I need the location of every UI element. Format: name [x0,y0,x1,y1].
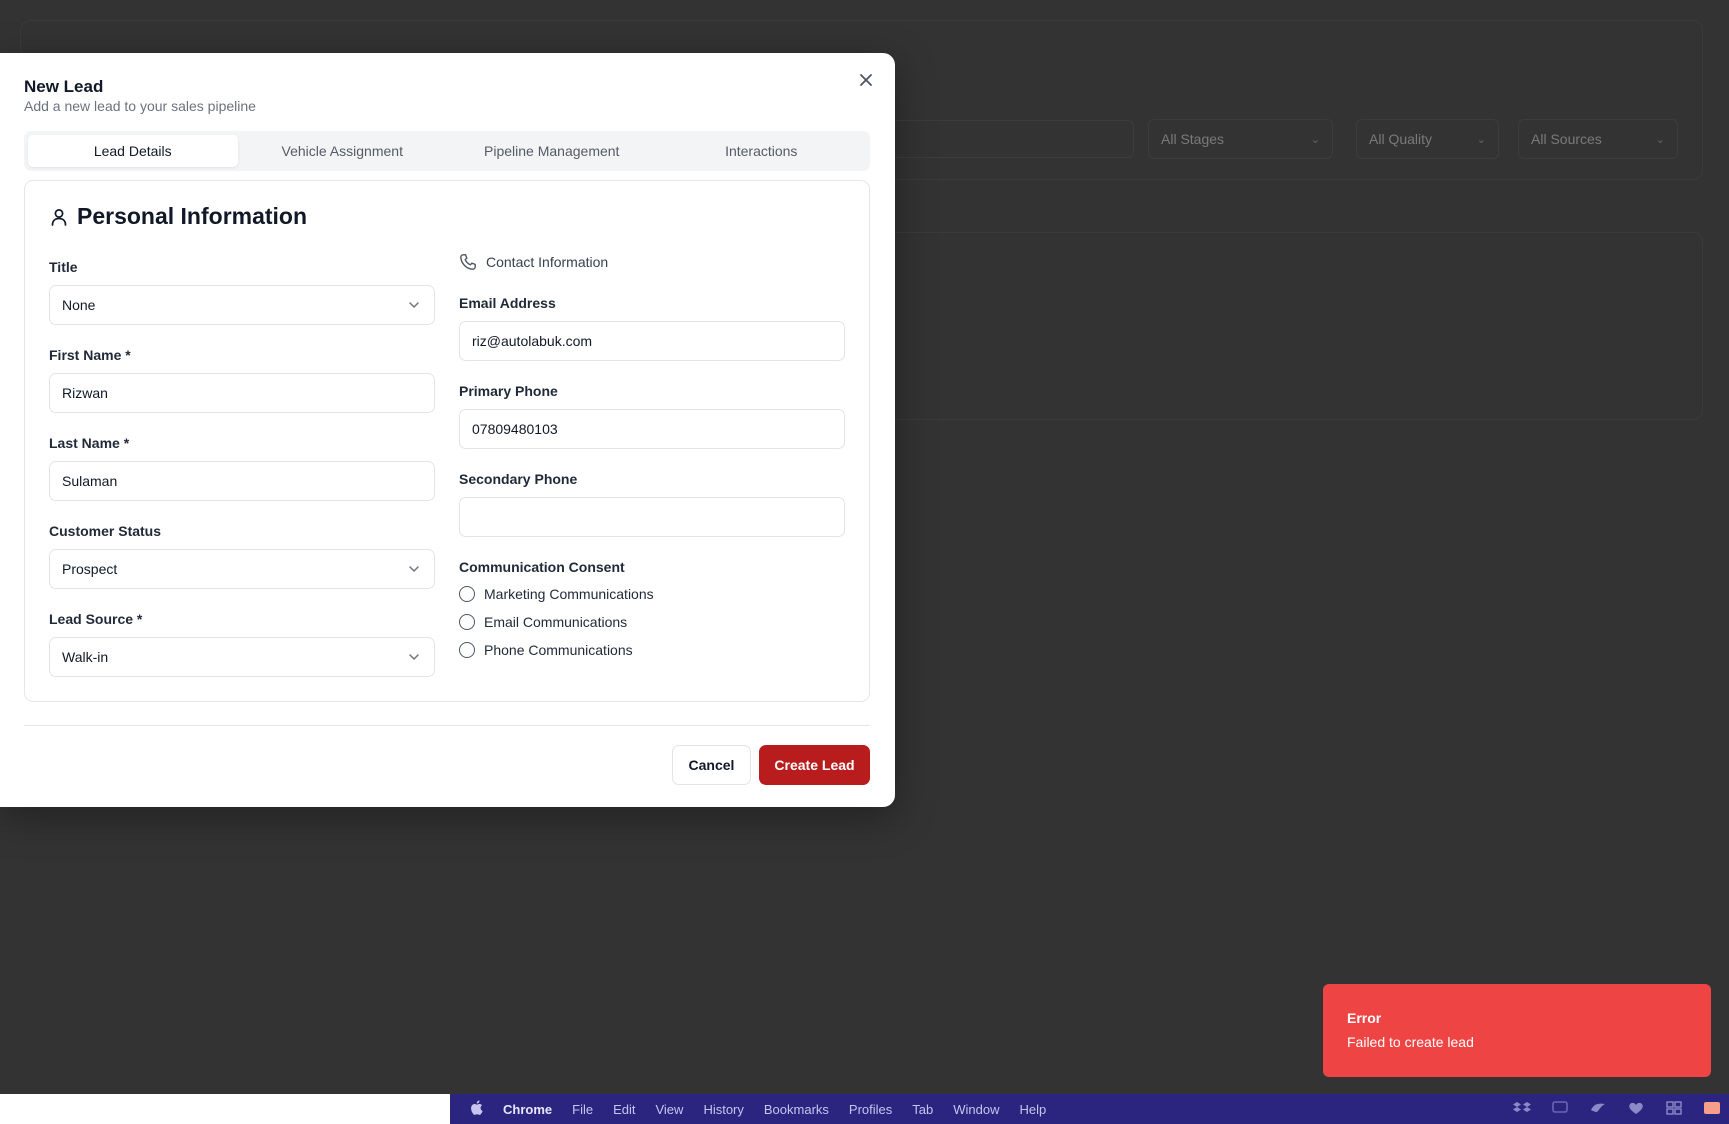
user-icon [51,208,67,226]
notification-icon[interactable] [1703,1100,1721,1116]
menu-window[interactable]: Window [953,1102,999,1117]
lead-source-label: Lead Source * [49,611,143,627]
menu-profiles[interactable]: Profiles [849,1102,892,1117]
email-consent-label: Email Communications [484,614,628,630]
personal-information-card: Personal Information Title None First Na… [24,180,870,702]
first-name-value: Rizwan [62,385,108,401]
menu-tab[interactable]: Tab [912,1102,933,1117]
screen-icon[interactable] [1551,1100,1569,1116]
customer-status-value: Prospect [62,561,118,577]
email-consent-option[interactable]: Email Communications [459,614,627,630]
chevron-down-icon: ⌄ [1476,133,1486,146]
window-edge [0,1094,450,1124]
sources-filter-label: All Sources [1531,131,1602,147]
radio-button[interactable] [459,642,475,658]
menu-history[interactable]: History [703,1102,743,1117]
chevron-down-icon [409,302,419,309]
menu-view[interactable]: View [655,1102,683,1117]
email-label: Email Address [459,295,556,311]
tab-lead-details[interactable]: Lead Details [28,135,238,167]
stages-filter: All Stages ⌄ [1148,119,1333,159]
first-name-field[interactable]: Rizwan [49,373,435,413]
quality-filter: All Quality ⌄ [1356,119,1499,159]
last-name-value: Sulaman [62,473,118,489]
last-name-field[interactable]: Sulaman [49,461,435,501]
phone-consent-option[interactable]: Phone Communications [459,642,633,658]
grid-icon[interactable] [1665,1100,1683,1116]
dialog-subtitle: Add a new lead to your sales pipeline [24,98,256,114]
section-heading: Personal Information [49,203,307,230]
heart-icon[interactable] [1627,1100,1645,1116]
chevron-down-icon [409,566,419,573]
customer-status-select[interactable]: Prospect [49,549,435,589]
footer-divider [24,725,870,726]
phone-consent-label: Phone Communications [484,642,633,658]
tab-vehicle-assignment[interactable]: Vehicle Assignment [238,135,448,167]
dialog-title: New Lead [24,77,104,96]
primary-phone-field[interactable]: 07809480103 [459,409,845,449]
bird-icon[interactable] [1589,1100,1607,1116]
toast-message: Failed to create lead [1347,1034,1474,1050]
status-tray [1513,1100,1721,1116]
menu-file[interactable]: File [572,1102,593,1117]
new-lead-dialog: New Lead Add a new lead to your sales pi… [0,53,895,807]
chevron-down-icon: ⌄ [1310,133,1320,146]
menu-chrome[interactable]: Chrome [503,1102,552,1117]
cancel-button[interactable]: Cancel [672,745,751,785]
primary-phone-label: Primary Phone [459,383,558,399]
email-field[interactable]: riz@autolabuk.com [459,321,845,361]
chevron-down-icon: ⌄ [1655,133,1665,146]
apple-icon[interactable] [470,1100,483,1118]
contact-heading-label: Contact Information [486,254,609,270]
toast-title: Error [1347,1010,1382,1026]
quality-filter-label: All Quality [1369,131,1433,147]
mac-menubar: Chrome File Edit View History Bookmarks … [450,1094,1729,1124]
chevron-down-icon [409,654,419,661]
customer-status-label: Customer Status [49,523,162,539]
secondary-phone-label: Secondary Phone [459,471,578,487]
first-name-label: First Name * [49,347,131,363]
menu-bookmarks[interactable]: Bookmarks [764,1102,829,1117]
tab-list: Lead Details Vehicle Assignment Pipeline… [24,131,870,171]
background-search-input [860,120,1134,158]
marketing-consent-label: Marketing Communications [484,586,654,602]
title-select[interactable]: None [49,285,435,325]
contact-heading: Contact Information [459,253,608,271]
marketing-consent-option[interactable]: Marketing Communications [459,586,654,602]
lead-source-value: Walk-in [62,649,109,665]
last-name-label: Last Name * [49,435,130,451]
title-select-value: None [62,297,96,313]
tab-pipeline-management[interactable]: Pipeline Management [447,135,657,167]
radio-button[interactable] [459,586,475,602]
email-value: riz@autolabuk.com [472,333,593,349]
title-label: Title [49,259,78,275]
phone-icon [460,254,476,270]
create-lead-button[interactable]: Create Lead [759,745,870,785]
section-title: Personal Information [77,203,308,229]
close-icon[interactable] [855,69,877,91]
menu-help[interactable]: Help [1020,1102,1047,1117]
lead-source-select[interactable]: Walk-in [49,637,435,677]
error-toast[interactable]: Error Failed to create lead [1323,984,1711,1077]
tab-interactions[interactable]: Interactions [657,135,867,167]
menu-edit[interactable]: Edit [613,1102,635,1117]
radio-button[interactable] [459,614,475,630]
consent-label: Communication Consent [459,559,625,575]
stages-filter-label: All Stages [1161,131,1225,147]
secondary-phone-field[interactable] [459,497,845,537]
sources-filter: All Sources ⌄ [1518,119,1678,159]
dropbox-icon[interactable] [1513,1100,1531,1116]
primary-phone-value: 07809480103 [472,421,558,437]
